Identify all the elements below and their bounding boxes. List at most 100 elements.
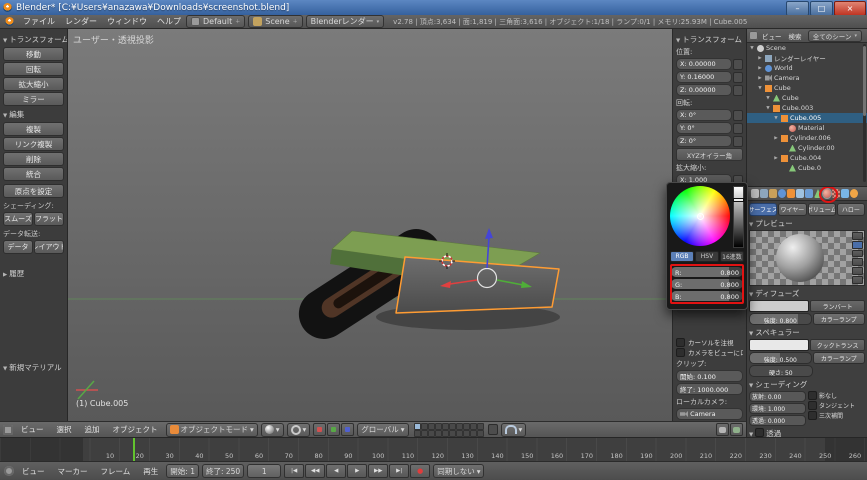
diffuse-color-swatch[interactable]	[749, 300, 809, 312]
close-button[interactable]: ×	[834, 1, 866, 16]
diffuse-shader-dropdown[interactable]: ランバート	[810, 300, 865, 312]
checkbox-icon[interactable]	[755, 428, 764, 437]
preview-sphere-button[interactable]	[852, 241, 863, 249]
menu-render[interactable]: レンダー	[60, 16, 102, 27]
layer-dot[interactable]	[442, 423, 449, 430]
layer-dot[interactable]	[421, 430, 428, 437]
playback-button-0[interactable]: |◀	[284, 464, 304, 478]
ambient-field[interactable]: 環境: 1.000	[749, 403, 806, 414]
outliner-row[interactable]: ▼Cube	[747, 83, 867, 93]
outliner-row[interactable]: Cube.0	[747, 163, 867, 173]
outliner-row[interactable]: ▶レンダーレイヤー	[747, 53, 867, 63]
playback-button-4[interactable]: ▶▶	[368, 464, 388, 478]
duplicate-button[interactable]: 複製	[3, 122, 64, 136]
cubic-interpolation-toggle[interactable]: 三次補間	[808, 411, 865, 420]
scene-lock-icon[interactable]	[488, 424, 498, 435]
outliner-row[interactable]: ▶Cylinder.006	[747, 133, 867, 143]
layer-dot[interactable]	[442, 430, 449, 437]
location-x-field[interactable]: X: 0.00000	[676, 58, 732, 70]
mode-dropdown[interactable]: オブジェクトモード ▾	[166, 423, 258, 437]
shade-flat-button[interactable]: フラット	[34, 212, 64, 226]
preview-hair-button[interactable]	[852, 267, 863, 275]
layer-dot[interactable]	[463, 430, 470, 437]
layer-dot[interactable]	[449, 423, 456, 430]
lock-icon[interactable]	[733, 59, 743, 70]
tab-render-icon[interactable]	[751, 189, 759, 198]
layer-dot[interactable]	[477, 423, 484, 430]
checkbox-icon[interactable]	[808, 391, 817, 400]
plus-icon[interactable]: ＋	[235, 18, 240, 25]
triangle-down-icon[interactable]: ▼	[773, 116, 779, 121]
tab-object-icon[interactable]	[787, 189, 795, 198]
triangle-right-icon[interactable]: ▶	[757, 56, 763, 61]
layer-dot[interactable]	[470, 423, 477, 430]
clip-end-field[interactable]: 終了: 1000.000	[676, 383, 743, 395]
outliner-row[interactable]: ▼Cube.005	[747, 113, 867, 123]
tab-physics-icon[interactable]	[850, 189, 858, 198]
join-button[interactable]: 統合	[3, 167, 64, 181]
shadeless-toggle[interactable]: 影なし	[808, 391, 865, 400]
scrollbar-thumb[interactable]	[863, 46, 866, 116]
timeline-marker-menu[interactable]: マーカー	[53, 466, 93, 477]
current-frame-field[interactable]: 1	[247, 464, 281, 478]
layer-dot[interactable]	[421, 423, 428, 430]
sync-dropdown[interactable]: 同期しない ▾	[433, 464, 484, 478]
specular-shader-dropdown[interactable]: クックトランス	[810, 339, 865, 351]
emit-field[interactable]: 放射: 0.00	[749, 391, 806, 402]
playback-button-1[interactable]: ◀◀	[305, 464, 325, 478]
checkbox-icon[interactable]	[676, 348, 685, 357]
clip-start-field[interactable]: 開始: 0.100	[676, 370, 743, 382]
outliner-editor-icon[interactable]	[749, 31, 758, 40]
picker-tab-HSV[interactable]: HSV	[695, 251, 719, 262]
data-transfer-button[interactable]: データ	[3, 240, 33, 254]
lock-icon[interactable]	[733, 110, 743, 121]
mirror-button[interactable]: ミラー	[3, 92, 64, 106]
translucency-field[interactable]: 透過: 0.000	[749, 415, 806, 426]
checkbox-icon[interactable]	[808, 401, 817, 410]
scene-selector[interactable]: Scene ＋	[248, 15, 302, 28]
checkbox-icon[interactable]	[676, 338, 685, 347]
lock-icon[interactable]	[733, 85, 743, 96]
object-menu[interactable]: オブジェクト	[108, 424, 163, 435]
data-layout-button[interactable]: レイアウト	[34, 240, 64, 254]
panel-header-diffuse[interactable]: ▼ディフューズ	[749, 288, 865, 299]
value-slider-handle[interactable]	[733, 198, 744, 202]
outliner-menu-view[interactable]: ビュー	[759, 31, 785, 41]
layer-dot[interactable]	[470, 430, 477, 437]
shade-smooth-button[interactable]: スムーズ	[3, 212, 33, 226]
screen-layout-selector[interactable]: Default ＋	[186, 15, 245, 28]
selected-panel-face[interactable]	[396, 257, 559, 313]
outliner-row[interactable]: ▶Camera	[747, 73, 867, 83]
triangle-right-icon[interactable]: ▶	[773, 136, 779, 141]
maximize-button[interactable]: □	[810, 1, 833, 16]
outliner-row[interactable]: ▼Cube.003	[747, 103, 867, 113]
triangle-right-icon[interactable]: ▶	[757, 76, 763, 81]
playback-button-3[interactable]: ▶	[347, 464, 367, 478]
panel-header-transform-n[interactable]: ▼トランスフォーム	[676, 34, 743, 45]
outliner-menu-search[interactable]: 検索	[786, 31, 805, 41]
layer-dot[interactable]	[435, 423, 442, 430]
snap-dropdown[interactable]: ▾	[501, 423, 527, 437]
outliner-filter-dropdown[interactable]: 全てのシーン ▾	[808, 30, 862, 42]
timeline-editor-icon[interactable]	[4, 466, 14, 476]
type-wire-button[interactable]: ワイヤー	[778, 203, 806, 216]
playback-button-2[interactable]: ◀	[326, 464, 346, 478]
outliner-row[interactable]: Cylinder.00	[747, 143, 867, 153]
local-camera-field[interactable]: Camera	[676, 408, 743, 420]
panel-header-preview[interactable]: ▼プレビュー	[749, 218, 865, 229]
checkbox-icon[interactable]	[808, 411, 817, 420]
minimize-button[interactable]: –	[786, 1, 809, 16]
manipulator-translate-button[interactable]	[313, 423, 326, 436]
pivot-dropdown[interactable]: ▾	[287, 423, 311, 437]
manipulator-rotate-button[interactable]	[327, 423, 340, 436]
diffuse-ramp-button[interactable]: カラーランプ	[813, 313, 865, 325]
panel-header-transparency[interactable]: ▼透過	[749, 428, 865, 437]
location-z-field[interactable]: Z: 0.00000	[676, 84, 732, 96]
outliner-row[interactable]: Material	[747, 123, 867, 133]
layer-dot[interactable]	[414, 430, 421, 437]
type-surface-button[interactable]: サーフェス	[749, 203, 777, 216]
color-wheel-marker[interactable]	[697, 213, 704, 220]
timeline-ruler[interactable]: 1020304050607080901001101201301401501601…	[0, 437, 867, 462]
frame-start-field[interactable]: 開始: 1	[166, 464, 199, 478]
blender-logo-icon[interactable]	[5, 17, 14, 26]
